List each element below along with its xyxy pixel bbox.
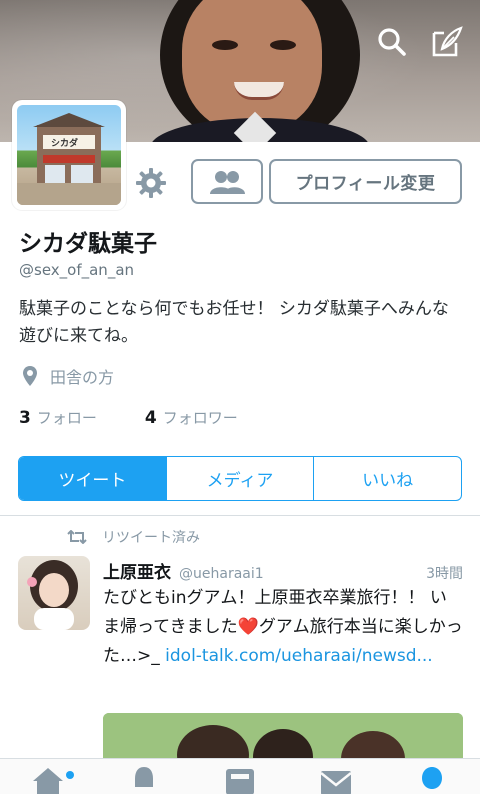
- followers-label: フォロワー: [162, 409, 238, 427]
- search-button[interactable]: [372, 22, 412, 62]
- profile-tabs: ツイート メディア いいね: [18, 456, 462, 501]
- section-divider: [0, 515, 480, 516]
- profile-avatar[interactable]: シカダ: [12, 100, 126, 210]
- moments-icon: [226, 769, 254, 794]
- heart-emoji: ❤️: [237, 617, 259, 637]
- compose-tweet-icon: [432, 26, 463, 57]
- tweet-header: 上原亜衣 @ueharaai1 3時間: [103, 558, 463, 583]
- followers-count-link[interactable]: 4 フォロワー: [145, 407, 238, 428]
- shop-building-image: [17, 113, 121, 205]
- home-unread-dot: [66, 771, 74, 779]
- edit-profile-button[interactable]: プロフィール変更: [269, 159, 462, 204]
- profile-handle: @sex_of_an_an: [19, 261, 135, 279]
- tweet-author-avatar[interactable]: [18, 556, 90, 630]
- messages-icon: [320, 771, 352, 794]
- settings-button[interactable]: [132, 164, 170, 202]
- tweet-timestamp: 3時間: [426, 566, 463, 582]
- nav-messages[interactable]: [316, 765, 356, 794]
- follow-counts: 3 フォロー 4 フォロワー: [19, 407, 238, 428]
- notifications-icon: [135, 767, 153, 787]
- retweet-label: リツイート済み: [102, 530, 200, 546]
- banner-photo-face: [182, 0, 322, 132]
- home-icon: [33, 768, 63, 794]
- following-count-link[interactable]: 3 フォロー: [19, 407, 97, 428]
- search-icon: [378, 28, 406, 56]
- lists-follow-button[interactable]: [191, 159, 263, 204]
- tab-likes[interactable]: いいね: [313, 457, 461, 500]
- retweet-context: リツイート済み: [66, 527, 200, 547]
- retweet-icon: [67, 530, 87, 544]
- following-count: 3: [19, 408, 31, 428]
- profile-bio: 駄菓子のことなら何でもお任せ！ シカダ駄菓子へみんな遊びに来てね。: [19, 299, 449, 346]
- tab-media[interactable]: メディア: [165, 457, 314, 500]
- nav-moments[interactable]: [220, 765, 260, 794]
- tweet-text[interactable]: たびともinグアム！上原亜衣卒業旅行！！ いま帰ってきました❤️グアム旅行本当に…: [103, 584, 463, 671]
- gear-icon: [136, 168, 166, 198]
- compose-tweet-button[interactable]: [427, 22, 467, 62]
- location-text: 田舎の方: [50, 368, 115, 387]
- profile-icon: [422, 767, 442, 789]
- nav-profile[interactable]: [412, 765, 452, 794]
- followers-count: 4: [144, 408, 157, 428]
- profile-display-name: シカダ駄菓子: [19, 231, 157, 257]
- avatar-shop-sign: シカダ: [51, 139, 79, 149]
- nav-home[interactable]: [28, 765, 68, 794]
- following-label: フォロー: [36, 409, 97, 427]
- profile-location: 田舎の方: [22, 364, 114, 388]
- tweet-author-name[interactable]: 上原亜衣: [103, 558, 171, 583]
- people-icon: [210, 170, 245, 194]
- tweet-author-handle[interactable]: @ueharaai1: [179, 566, 264, 582]
- bottom-tab-bar: [0, 758, 480, 794]
- nav-notifications[interactable]: [124, 765, 164, 794]
- location-pin-icon: [23, 366, 37, 386]
- tweet-link[interactable]: idol-talk.com/ueharaai/newsd...: [165, 646, 433, 666]
- tab-tweets[interactable]: ツイート: [19, 457, 166, 500]
